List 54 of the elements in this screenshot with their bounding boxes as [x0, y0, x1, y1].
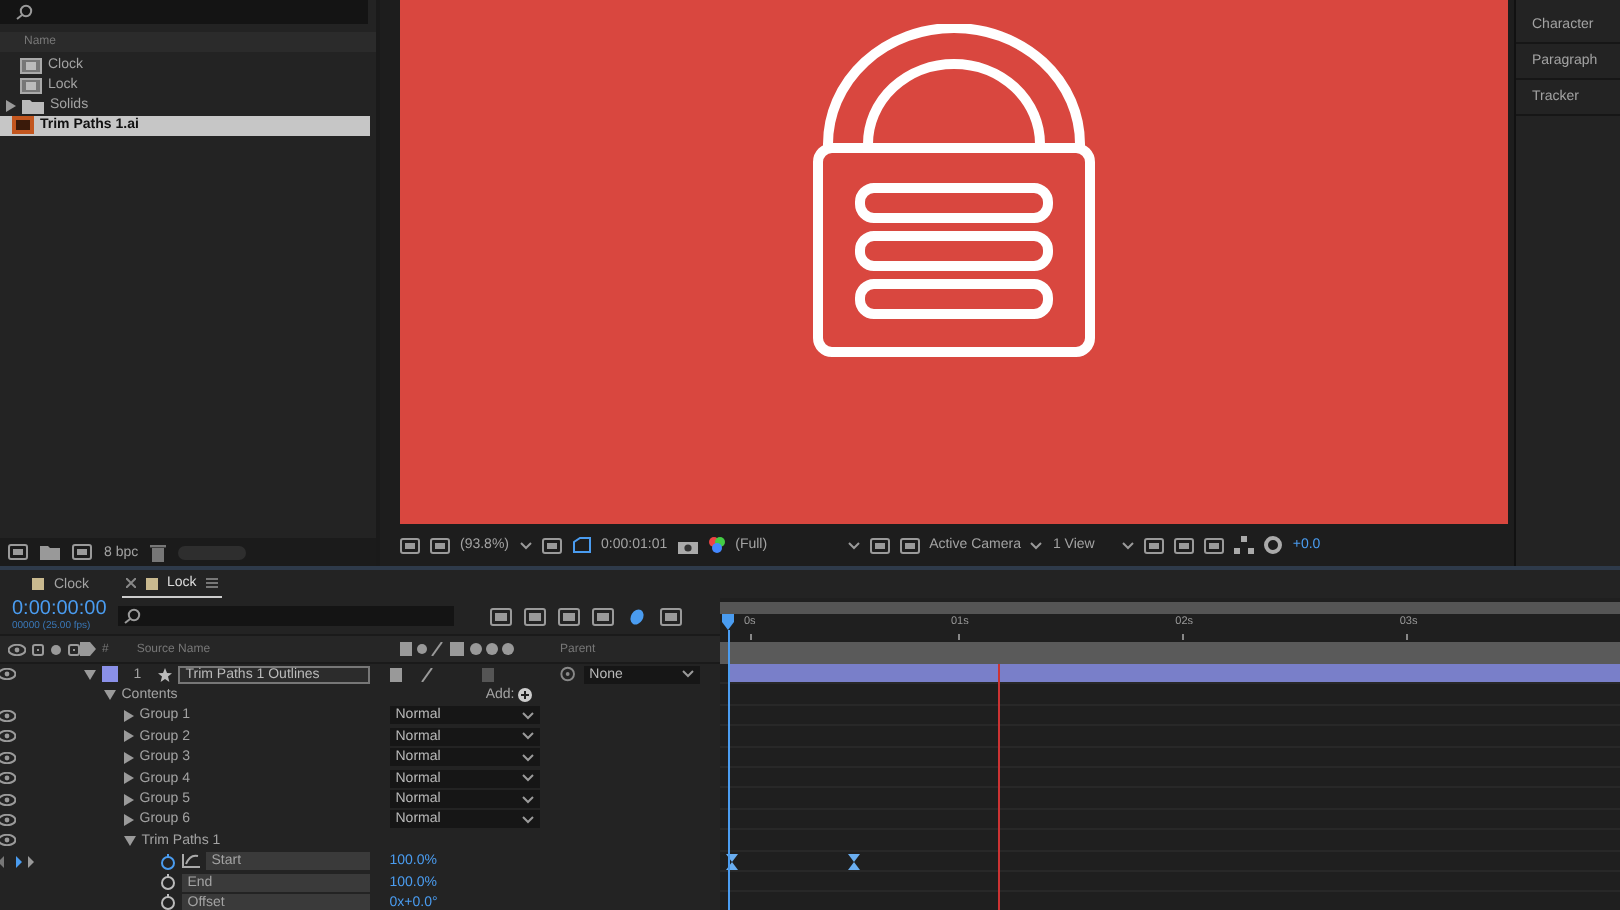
triangle-right-icon[interactable] — [6, 99, 16, 112]
new-folder-icon[interactable] — [40, 544, 60, 560]
eye-icon[interactable] — [0, 772, 16, 785]
composition-swatch-icon — [145, 577, 158, 589]
eye-icon[interactable] — [0, 751, 16, 764]
triangle-down-icon[interactable] — [123, 835, 136, 846]
triangle-right-icon[interactable] — [123, 751, 134, 764]
color-channels-icon[interactable] — [707, 536, 726, 554]
composition-swatch-icon — [32, 578, 44, 590]
triangle-right-icon[interactable] — [123, 813, 134, 826]
exposure-icon[interactable] — [1264, 536, 1283, 554]
cti-head — [722, 614, 734, 630]
caret-icon[interactable] — [1030, 541, 1043, 549]
eye-icon[interactable] — [8, 643, 26, 655]
keyframe-navigator-icon[interactable] — [0, 855, 34, 868]
mask-icon[interactable] — [571, 536, 592, 554]
illustrator-file-icon — [12, 116, 34, 135]
motion-blur-icon[interactable] — [626, 607, 649, 625]
triangle-right-icon[interactable] — [123, 709, 134, 722]
triangle-right-icon[interactable] — [123, 772, 134, 785]
triangle-right-icon[interactable] — [123, 730, 134, 743]
label-icon[interactable] — [80, 642, 96, 656]
eye-icon[interactable] — [0, 668, 16, 681]
eye-icon[interactable] — [0, 793, 16, 806]
caret-icon[interactable] — [1122, 541, 1135, 549]
camera-icon[interactable] — [677, 537, 698, 553]
caret-icon[interactable] — [847, 541, 860, 549]
triangle-down-icon[interactable] — [83, 669, 96, 680]
graph-icon[interactable] — [181, 854, 200, 869]
eye-icon[interactable] — [0, 813, 16, 826]
triangle-right-icon[interactable] — [123, 793, 134, 806]
switches-icon[interactable] — [400, 642, 520, 656]
pick-whip-icon[interactable] — [560, 666, 576, 683]
search-field[interactable] — [118, 606, 455, 626]
eye-icon[interactable] — [0, 730, 16, 743]
eye-icon[interactable] — [0, 834, 16, 847]
label-color-swatch[interactable] — [101, 666, 118, 683]
search-icon[interactable] — [16, 4, 34, 20]
search-icon — [124, 608, 143, 624]
caret-icon[interactable] — [681, 670, 693, 679]
menu-icon[interactable] — [206, 578, 219, 588]
current-time-indicator[interactable] — [722, 614, 734, 910]
flowchart-icon[interactable] — [1234, 536, 1255, 554]
trash-icon[interactable] — [150, 543, 167, 561]
caret-icon[interactable] — [519, 541, 532, 549]
solo-icon[interactable] — [50, 643, 62, 655]
eye-icon[interactable] — [0, 709, 16, 722]
triangle-down-icon[interactable] — [103, 690, 116, 701]
star-icon — [157, 667, 172, 682]
composition-icon — [20, 57, 42, 74]
close-icon[interactable] — [125, 578, 136, 588]
timecode-display[interactable]: 0:00:00:00 — [12, 600, 107, 620]
add-icon[interactable] — [518, 688, 532, 703]
composition-icon — [20, 77, 42, 94]
